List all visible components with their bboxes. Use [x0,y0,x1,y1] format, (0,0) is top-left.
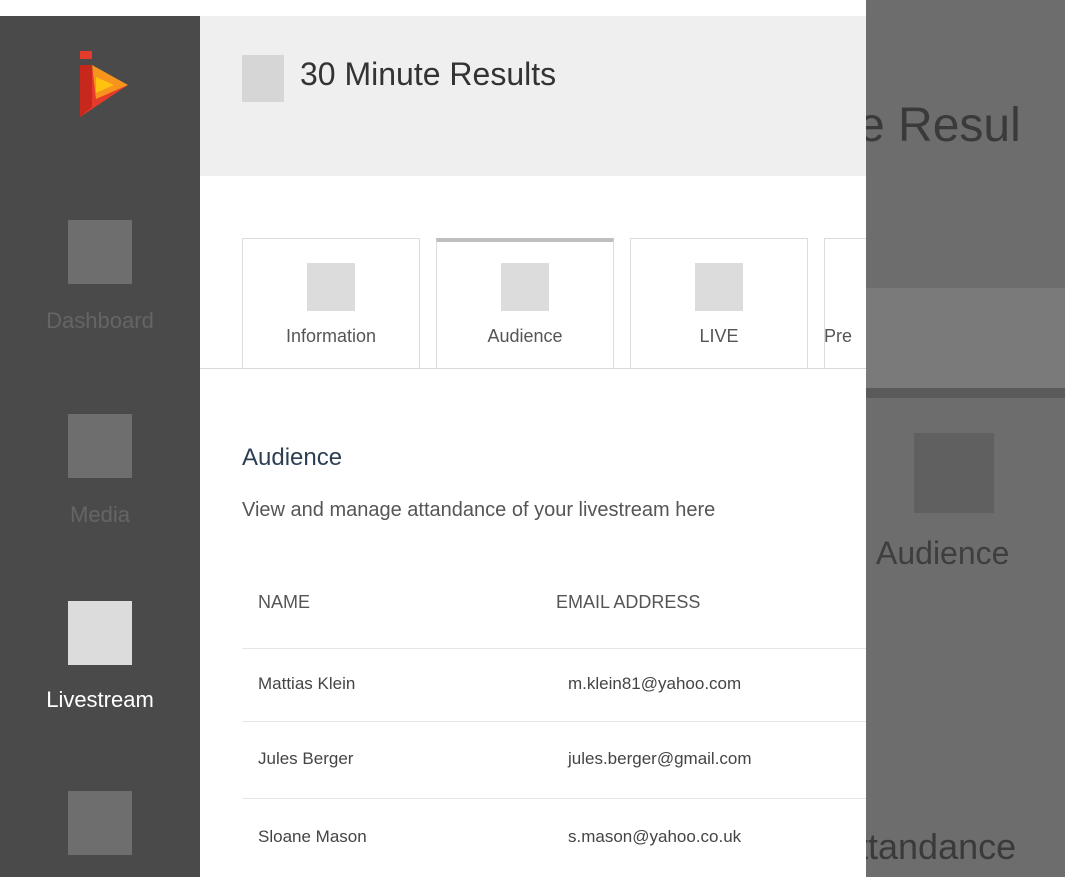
tabs-divider [200,368,866,369]
media-icon [68,414,132,478]
tab-pre[interactable]: Pre [824,238,866,368]
live-icon [695,263,743,311]
tab-audience[interactable]: Audience [436,238,614,369]
overlay-title-fragment: e Resul [866,99,1021,152]
nav-icon [68,791,132,855]
row-name: Sloane Mason [258,827,367,846]
nav-item-more[interactable] [0,791,200,877]
main-content: Information Audience LIVE Pre Audience V… [200,176,866,877]
column-header-email: EMAIL ADDRESS [556,592,701,612]
row-email: m.klein81@yahoo.com [568,674,742,693]
tab-information[interactable]: Information [242,238,420,368]
zoom-overlay: e Resul Audience ttandance [866,0,1065,877]
column-header-name: NAME [258,592,311,612]
tab-live[interactable]: LIVE [630,238,808,368]
nav-item-media[interactable]: Media [0,414,200,534]
top-strip [0,0,866,16]
livestream-icon [68,601,132,665]
tab-label: Audience [487,326,563,346]
nav-label: Media [70,502,130,527]
row-email: jules.berger@gmail.com [568,749,752,768]
overlay-tab-band [866,288,1065,388]
table-row[interactable]: Mattias Klein m.klein81@yahoo.com [242,649,866,721]
audience-icon [501,263,549,311]
section-description: View and manage attandance of your lives… [242,499,716,521]
page-title: 30 Minute Results [300,56,557,92]
overlay-attendance-fragment: ttandance [866,826,1017,867]
dashboard-icon [68,220,132,284]
event-icon [242,55,284,102]
page-header: 30 Minute Results [200,16,866,176]
row-name: Jules Berger [258,749,354,768]
tab-label: Pre [824,326,853,346]
audience-icon [914,433,994,513]
nav-label: Livestream [46,687,154,712]
play-logo[interactable] [66,47,136,119]
nav-item-livestream[interactable]: Livestream [0,601,200,721]
row-email: s.mason@yahoo.co.uk [568,827,742,846]
tab-label: LIVE [699,326,739,346]
section-title: Audience [242,444,343,471]
information-icon [307,263,355,311]
overlay-audience-label: Audience [876,535,1010,571]
sidebar: Dashboard Media Livestream [0,16,200,877]
overlay-tab-border [866,388,1065,398]
row-name: Mattias Klein [258,674,356,693]
nav-item-dashboard[interactable]: Dashboard [0,220,200,340]
nav-label: Dashboard [46,308,154,333]
table-row[interactable]: Sloane Mason s.mason@yahoo.co.uk [242,799,866,875]
tab-label: Information [285,326,377,346]
table-row[interactable]: Jules Berger jules.berger@gmail.com [242,722,866,798]
